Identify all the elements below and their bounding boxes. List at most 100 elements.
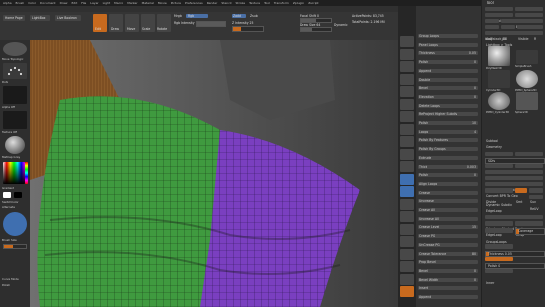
menu-item-render[interactable]: Render (207, 1, 218, 5)
menu-item-picture[interactable]: Picture (171, 1, 181, 5)
brush-size-slider[interactable] (3, 244, 27, 249)
solo-icon[interactable] (400, 273, 414, 285)
menu-item-edit[interactable]: Edit (71, 1, 77, 5)
bpr-icon[interactable] (400, 36, 414, 47)
del-lower-button[interactable]: Del Lower (485, 164, 513, 180)
menu-item-light[interactable]: Light (103, 1, 111, 5)
all-button[interactable]: All (501, 25, 515, 41)
curve-mode-button[interactable]: Curve Mode (2, 277, 19, 281)
zsub-label[interactable]: Zsub (250, 14, 258, 18)
color-picker[interactable] (3, 162, 25, 184)
menu-item-alpha[interactable]: Alpha (3, 1, 12, 5)
material-thumbnail[interactable] (5, 136, 25, 154)
switch-color-button[interactable]: SwitchColor (2, 200, 19, 204)
edgeloop-header[interactable]: EdgeLoop (486, 209, 502, 213)
tool-thumb-main[interactable] (488, 46, 510, 66)
home-page-button[interactable]: Home Page (3, 15, 25, 21)
convert-bpr-button[interactable]: Convert BPR To Geo (485, 182, 543, 198)
panel-row-polish[interactable]: Polish 0 (418, 173, 478, 178)
scale-icon[interactable] (400, 198, 414, 210)
del-higher-button[interactable]: Del Higher (515, 164, 543, 180)
panel-row-polish[interactable]: Polish 0 (418, 60, 478, 65)
canvas-viewport[interactable] (30, 40, 398, 307)
panel-row-crease[interactable]: Crease (418, 190, 478, 195)
clone-button[interactable]: Clone (485, 19, 499, 35)
alternate-button[interactable]: Alternate (2, 205, 15, 209)
menu-item-color[interactable]: Color (28, 1, 36, 5)
export-button[interactable]: Export (515, 13, 543, 29)
menu-item-macro[interactable]: Macro (114, 1, 123, 5)
menu-item-draw[interactable]: Draw (60, 1, 68, 5)
gradient-toggle[interactable]: Gradient (2, 186, 14, 190)
rotate-button[interactable]: Rotate (157, 14, 171, 32)
persp-icon[interactable] (400, 111, 414, 122)
menu-item-zplugin[interactable]: Zplugin (293, 1, 304, 5)
suv-toggle[interactable]: Suv (529, 188, 543, 204)
z-intensity-slider[interactable] (232, 26, 264, 32)
panel-row-loops[interactable]: Loops 4 (418, 129, 478, 134)
subtool-section-header[interactable]: Subtool (486, 139, 498, 143)
visible-button[interactable]: Visible (517, 25, 543, 41)
freeze-subdiv-button[interactable]: Freeze SubDivision Levels (485, 170, 543, 186)
live-boolean-button[interactable]: Live Boolean (55, 15, 81, 21)
tool-thumb-pm3d-sphere[interactable] (488, 92, 510, 110)
mrgb-label[interactable]: Mrgb (174, 14, 182, 18)
append-toggle[interactable]: Append (485, 257, 513, 273)
lightbox-tools-button[interactable]: Lightbox > Tools (485, 31, 543, 47)
higher-res-button[interactable]: Higher Res (515, 152, 543, 168)
xpose-icon[interactable] (400, 286, 414, 297)
menu-item-file[interactable]: File (81, 1, 86, 5)
panel-row-append[interactable]: Append (418, 68, 478, 73)
panel-row-align-loops[interactable]: Align Loops (418, 181, 478, 186)
panel-row-bevel-width[interactable]: Bevel Width 0 (418, 277, 478, 282)
groupsloops-button[interactable]: GroupsLoops (485, 228, 513, 244)
panel-row-insert[interactable]: Insert (418, 286, 478, 291)
spix-icon[interactable] (400, 48, 414, 60)
ghost-icon[interactable] (400, 261, 414, 272)
goz-button[interactable]: GoZ (485, 25, 499, 41)
brush-thumbnail[interactable] (3, 42, 27, 56)
panel-row-crease-tolerance[interactable]: Crease Tolerance 80 (418, 251, 478, 256)
polyf-icon[interactable] (400, 236, 414, 247)
tool-thumb-cylinder[interactable] (488, 70, 510, 88)
tool-thumb-sphere[interactable] (516, 70, 538, 88)
dynamic-toggle[interactable]: Dynamic (334, 23, 348, 27)
hue-strip[interactable] (25, 162, 28, 184)
panel-row-polish-by-groups[interactable]: Polish By Groups (418, 147, 478, 152)
zadd-button[interactable]: Zadd (232, 14, 246, 18)
panel-row-polish[interactable]: Polish 10 (418, 121, 478, 125)
menu-item-tool[interactable]: Tool (264, 1, 270, 5)
import-button[interactable]: Import (485, 13, 513, 29)
panel-row-bevel[interactable]: Bevel 0 (418, 86, 478, 91)
menu-item-transform[interactable]: Transform (274, 1, 289, 5)
secondary-color-swatch[interactable] (14, 192, 22, 198)
rgb-intensity-slider[interactable] (196, 21, 226, 27)
menu-item-layer[interactable]: Layer (90, 1, 98, 5)
lsym-icon[interactable] (400, 148, 414, 160)
menu-item-texture[interactable]: Texture (249, 1, 260, 5)
move-icon[interactable] (400, 186, 414, 197)
dynamic-subdiv-header[interactable]: Dynamic Subdiv (486, 203, 512, 207)
aahalf-icon[interactable] (400, 98, 414, 110)
load-tool-button[interactable]: Load Tool (485, 7, 513, 23)
frame-icon[interactable] (400, 173, 414, 185)
panel-row-panel-loops[interactable]: Panel Loops (418, 42, 478, 47)
linefill-icon[interactable] (400, 223, 414, 235)
divide-button[interactable]: Divide (485, 188, 513, 204)
draw-size-slider[interactable] (300, 27, 332, 32)
rotate-icon[interactable] (400, 211, 414, 222)
panel-row-delete-loops[interactable]: Delete Loops (418, 103, 478, 108)
panel-row-thick[interactable]: Thick 0.003 (418, 164, 478, 169)
inner-toggle[interactable]: Inner (485, 269, 513, 285)
lower-res-button[interactable]: Lower Res (485, 152, 513, 168)
main-color-swatch[interactable] (3, 192, 11, 198)
panel-row-extrude[interactable]: Extrude (418, 155, 478, 160)
panel-row-append[interactable]: Append (418, 295, 478, 299)
reuv-toggle[interactable]: ReUV (529, 195, 543, 211)
panel-row-bevel[interactable]: Bevel 0 (418, 268, 478, 273)
geometry-section-header[interactable]: Geometry (486, 145, 502, 149)
transp-icon[interactable] (400, 248, 414, 260)
panel-row-crease-level[interactable]: Crease Level 15 (418, 225, 478, 230)
tool-thumb-pm3d-cylinder[interactable] (516, 92, 538, 110)
actual-icon[interactable] (400, 86, 414, 97)
